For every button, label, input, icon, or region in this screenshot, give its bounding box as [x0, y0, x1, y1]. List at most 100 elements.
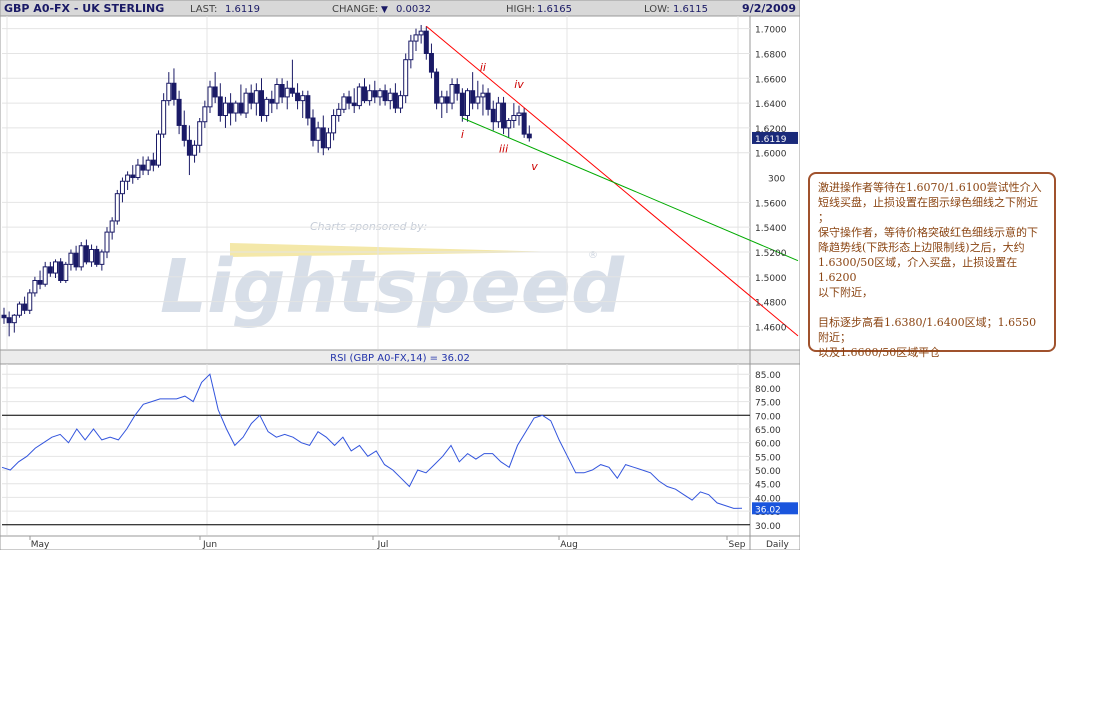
price-tick-label: 1.7000: [755, 26, 787, 36]
candle-body-up: [284, 87, 290, 98]
candle-body-down: [526, 133, 532, 139]
candle-body-down: [459, 92, 465, 117]
candle-body-up: [331, 115, 337, 134]
candle-body-down: [434, 71, 440, 104]
candle-body-down: [176, 98, 182, 126]
rsi-tick-label: 60.00: [755, 440, 781, 450]
candle-body-up: [253, 90, 259, 104]
candle: [403, 53, 409, 104]
candle-body-up: [325, 132, 331, 149]
price-tick-label: 1.4800: [755, 299, 787, 309]
lightspeed-logo: Lightspeed: [160, 244, 625, 330]
rsi-tick-label: 45.00: [755, 481, 781, 491]
note-line: 激进操作者等待在1.6070/1.6100尝试性介入: [818, 181, 1042, 194]
analysis-note: 激进操作者等待在1.6070/1.6100尝试性介入 短线买盘，止损设置在图示绿色…: [808, 172, 1056, 359]
candle-body-down: [295, 92, 301, 102]
candle: [114, 189, 120, 225]
candle-body-down: [228, 102, 234, 114]
candle-body-up: [449, 84, 455, 104]
rsi-tick-label: 65.00: [755, 426, 781, 436]
candle-body-down: [490, 108, 496, 123]
candle-body-down: [289, 87, 295, 94]
candle-body-down: [217, 96, 223, 117]
candle-body-down: [259, 90, 264, 117]
candle-body-up: [475, 96, 481, 104]
wave-label: iv: [514, 78, 524, 91]
candle-body-up: [125, 174, 131, 182]
price-tick-label: 1.5200: [755, 249, 787, 259]
header-change-label: CHANGE:: [332, 4, 378, 15]
rsi-value-label: 36.02: [755, 505, 781, 515]
wave-label: ii: [480, 61, 486, 74]
candle-body-up: [109, 220, 115, 233]
rsi-tick-label: 30.00: [755, 522, 781, 532]
candle-body-down: [310, 117, 316, 141]
candle-body-up: [16, 303, 22, 316]
candle-body-up: [516, 112, 522, 117]
candle-body-up: [63, 263, 69, 281]
note-line: 短线买盘，止损设置在图示绿色细线之下附近: [818, 196, 1038, 209]
wave-label: iii: [499, 143, 508, 156]
candle-body-down: [279, 84, 285, 98]
chart-header: GBP A0-FX - UK STERLING LAST: 1.6119 CHA…: [0, 0, 801, 17]
candle-body-up: [439, 96, 445, 104]
candle-body-down: [1, 314, 7, 319]
candle-body-down: [382, 90, 388, 102]
rsi-panel-frame: [0, 363, 801, 537]
candle-body-down: [73, 252, 79, 268]
candle: [434, 68, 440, 110]
candle-body-up: [99, 251, 105, 265]
candle-body-down: [248, 92, 254, 104]
candle-body-up: [264, 98, 270, 117]
candle: [521, 108, 527, 138]
price-tick-label: 1.4600: [755, 323, 787, 333]
candle-body-up: [480, 92, 486, 98]
x-tick-label: Jun: [202, 540, 217, 550]
price-tick-label: 1.5000: [755, 274, 787, 284]
candle-body-down: [351, 102, 357, 107]
header-high-label: HIGH:: [506, 4, 535, 15]
price-tick-label: 1.6000: [755, 150, 787, 160]
candle-body-down: [22, 303, 28, 311]
price-tick-label: 1.5600: [755, 199, 787, 209]
candle-body-up: [207, 86, 213, 108]
candle-body-down: [47, 266, 53, 274]
candle: [27, 289, 33, 314]
note-line: ；: [818, 211, 829, 224]
x-tick-label: Jul: [377, 540, 389, 550]
candle-body-up: [341, 96, 347, 110]
candle-body-up: [89, 248, 95, 263]
candle-body-up: [135, 164, 141, 179]
price-tick-label-partial: 300: [768, 175, 785, 185]
candle-body-down: [6, 317, 12, 324]
chart-area: GBP A0-FX - UK STERLING LAST: 1.6119 CHA…: [0, 0, 801, 551]
last-price-label: 1.6119: [755, 135, 787, 145]
candle-body-up: [336, 108, 342, 117]
candle-body-down: [305, 95, 311, 119]
candle-body-down: [83, 245, 89, 263]
candle-body-down: [320, 127, 326, 149]
candle-body-up: [222, 102, 228, 117]
wave-label: v: [531, 160, 538, 173]
x-tick-label: Sep: [729, 540, 746, 550]
candle-body-up: [511, 115, 517, 121]
candle-body-up: [356, 86, 362, 107]
header-high-value: 1.6165: [537, 4, 572, 15]
candle: [243, 88, 249, 118]
header-last-label: LAST:: [190, 4, 217, 15]
candle-body-up: [114, 193, 120, 222]
candle-body-down: [362, 86, 367, 102]
candle-body-up: [398, 95, 404, 109]
x-tick-label: Daily: [766, 540, 789, 550]
rsi-tick-label: 70.00: [755, 412, 781, 422]
header-low-value: 1.6115: [673, 4, 708, 15]
candle-body-up: [387, 92, 393, 102]
candle-body-up: [11, 314, 17, 324]
candle-body-up: [315, 127, 321, 141]
candle: [16, 301, 22, 318]
candle-body-up: [202, 106, 208, 123]
rsi-tick-label: 85.00: [755, 371, 781, 381]
note-line: 降趋势线(下跌形态上边限制线)之后，大约: [818, 241, 1025, 254]
note-line: 1.6300/50区域，介入买盘，止损设置在1.6200: [818, 256, 1018, 284]
candle-body-down: [269, 98, 275, 104]
